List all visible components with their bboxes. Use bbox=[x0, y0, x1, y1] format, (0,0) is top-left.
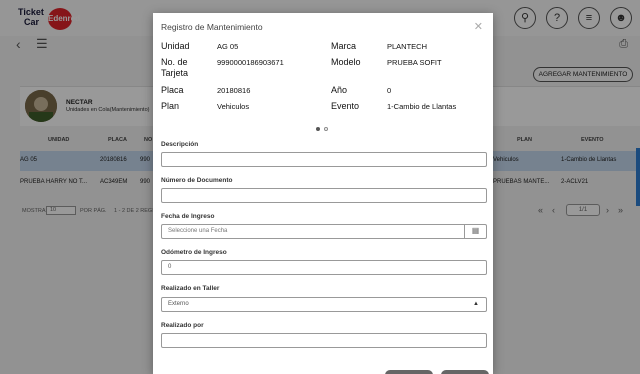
realizado-label: Realizado por bbox=[161, 322, 204, 329]
save-button[interactable] bbox=[441, 370, 489, 374]
modal-title: Registro de Mantenimiento bbox=[161, 22, 263, 32]
descripcion-label: Descripción bbox=[161, 141, 199, 148]
carousel-dots bbox=[316, 127, 328, 131]
tarjeta-value: 9990000186903671 bbox=[217, 58, 284, 67]
unidad-value: AG 05 bbox=[217, 42, 239, 51]
realizado-input[interactable] bbox=[161, 333, 487, 348]
marca-label: Marca bbox=[331, 41, 357, 51]
tarjeta-label-line1: No. de bbox=[161, 57, 188, 67]
carousel-dot[interactable] bbox=[324, 127, 328, 131]
documento-label: Número de Documento bbox=[161, 177, 233, 184]
unidad-label: Unidad bbox=[161, 41, 190, 51]
placa-value: 20180816 bbox=[217, 86, 251, 95]
modelo-value: PRUEBA SOFIT bbox=[387, 58, 442, 67]
documento-input[interactable] bbox=[161, 188, 487, 203]
fecha-input[interactable]: Seleccione una Fecha ▦ bbox=[161, 224, 487, 239]
taller-selected-value: Externo bbox=[168, 301, 189, 307]
evento-value: 1-Cambio de Llantas bbox=[387, 102, 457, 111]
taller-label: Realizado en Taller bbox=[161, 285, 220, 292]
placa-label: Placa bbox=[161, 85, 184, 95]
carousel-dot-active[interactable] bbox=[316, 127, 320, 131]
fecha-placeholder: Seleccione una Fecha bbox=[168, 228, 228, 234]
evento-label: Evento bbox=[331, 101, 360, 111]
odometro-label: Odómetro de Ingreso bbox=[161, 249, 227, 256]
anio-label: Año bbox=[331, 85, 348, 95]
close-icon[interactable]: ✕ bbox=[474, 20, 483, 33]
dropdown-arrow-icon: ▲ bbox=[473, 301, 479, 307]
marca-value: PLANTECH bbox=[387, 42, 428, 51]
cancel-button[interactable] bbox=[385, 370, 433, 374]
calendar-icon[interactable]: ▦ bbox=[464, 224, 486, 239]
fecha-label: Fecha de Ingreso bbox=[161, 213, 215, 220]
plan-label: Plan bbox=[161, 101, 180, 111]
descripcion-input[interactable] bbox=[161, 152, 487, 167]
tarjeta-label-line2: Tarjeta bbox=[161, 68, 189, 78]
taller-select[interactable]: Externo ▲ bbox=[161, 297, 487, 312]
odometro-input[interactable]: 0 bbox=[161, 260, 487, 275]
anio-value: 0 bbox=[387, 86, 392, 95]
maintenance-modal: Registro de Mantenimiento ✕ Unidad AG 05… bbox=[153, 13, 493, 374]
plan-value: Vehiculos bbox=[217, 102, 250, 111]
modelo-label: Modelo bbox=[331, 57, 361, 67]
